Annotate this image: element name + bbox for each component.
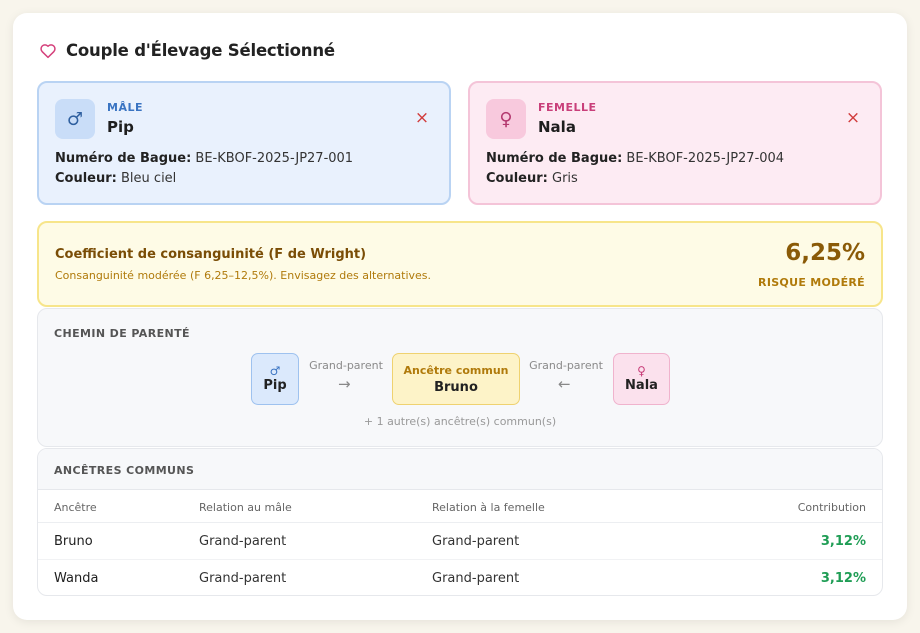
column-header-ancestor: Ancêtre [54,501,97,514]
column-header-male-relation: Relation au mâle [199,501,292,514]
right-relation-label: Grand-parent [529,359,603,372]
male-relation: Grand-parent [199,571,287,586]
female-ring-label: Numéro de Bague: [486,151,623,166]
risk-badge: RISQUE MODÉRÉ [758,276,865,289]
male-ring-label: Numéro de Bague: [55,151,192,166]
female-sex-label: FEMELLE [538,101,597,114]
female-color-value: Gris [552,171,578,186]
kinship-path-label: CHEMIN DE PARENTÉ [54,327,190,340]
female-name: Nala [538,118,576,136]
coefficient-title: Coefficient de consanguinité (F de Wrigh… [55,247,367,262]
card-header: Couple d'Élevage Sélectionné [39,41,335,60]
coefficient-value: 6,25% [785,240,865,266]
male-sex-label: MÂLE [107,101,143,114]
female-symbol-icon: ♀ [486,99,526,139]
path-node-female: ♀ Nala [613,353,670,405]
kinship-path-panel: CHEMIN DE PARENTÉ ♂ Pip Grand-parent → A… [37,308,883,447]
path-male-name: Pip [263,378,287,393]
column-header-female-relation: Relation à la femelle [432,501,545,514]
male-symbol-icon: ♂ [55,99,95,139]
male-ring-value: BE-KBOF-2025-JP27-001 [195,151,354,166]
table-header: ANCÊTRES COMMUNS [38,449,882,490]
path-node-male: ♂ Pip [251,353,299,405]
male-bird-card: ♂ MÂLE Pip × Numéro de Bague: BE-KBOF-20… [37,81,451,205]
female-color-line: Couleur: Gris [486,171,578,186]
male-name: Pip [107,118,134,136]
contribution-value: 3,12% [820,571,866,586]
male-ring-line: Numéro de Bague: BE-KBOF-2025-JP27-001 [55,151,353,166]
female-relation: Grand-parent [432,534,520,549]
left-arrow-icon: ← [558,375,571,393]
remove-female-icon[interactable]: × [844,109,862,127]
female-relation: Grand-parent [432,571,520,586]
contribution-value: 3,12% [820,534,866,549]
breeding-pair-card: Couple d'Élevage Sélectionné ♂ MÂLE Pip … [13,13,907,620]
column-header-contribution: Contribution [797,501,866,514]
right-arrow-icon: → [338,375,351,393]
female-ring-line: Numéro de Bague: BE-KBOF-2025-JP27-004 [486,151,784,166]
common-ancestors-label: ANCÊTRES COMMUNS [54,464,195,477]
remove-male-icon[interactable]: × [413,109,431,127]
heart-icon [40,43,56,58]
path-female-name: Nala [625,378,658,393]
male-color-line: Couleur: Bleu ciel [55,171,176,186]
ancestor-name: Bruno [54,534,93,549]
female-color-label: Couleur: [486,171,548,186]
male-relation: Grand-parent [199,534,287,549]
female-ring-value: BE-KBOF-2025-JP27-004 [626,151,785,166]
column-headers: Ancêtre Relation au mâle Relation à la f… [38,491,882,523]
male-color-value: Bleu ciel [121,171,177,186]
common-ancestor-name: Bruno [434,379,478,395]
common-ancestor-caption: Ancêtre commun [403,363,509,377]
coefficient-subtitle: Consanguinité modérée (F 6,25–12,5%). En… [55,269,432,282]
ancestor-name: Wanda [54,571,99,586]
inbreeding-coefficient-panel: Coefficient de consanguinité (F de Wrigh… [37,221,883,307]
table-row: Wanda Grand-parent Grand-parent 3,12% [38,560,882,595]
female-symbol-icon: ♀ [637,364,646,378]
page-title: Couple d'Élevage Sélectionné [66,41,335,60]
left-relation-label: Grand-parent [309,359,383,372]
path-node-common-ancestor: Ancêtre commun Bruno [392,353,520,405]
common-ancestors-table: ANCÊTRES COMMUNS Ancêtre Relation au mâl… [37,448,883,596]
male-color-label: Couleur: [55,171,117,186]
table-row: Bruno Grand-parent Grand-parent 3,12% [38,523,882,560]
female-bird-card: ♀ FEMELLE Nala × Numéro de Bague: BE-KBO… [468,81,882,205]
male-symbol-icon: ♂ [269,364,281,378]
more-ancestors-note: + 1 autre(s) ancêtre(s) commun(s) [363,415,557,428]
